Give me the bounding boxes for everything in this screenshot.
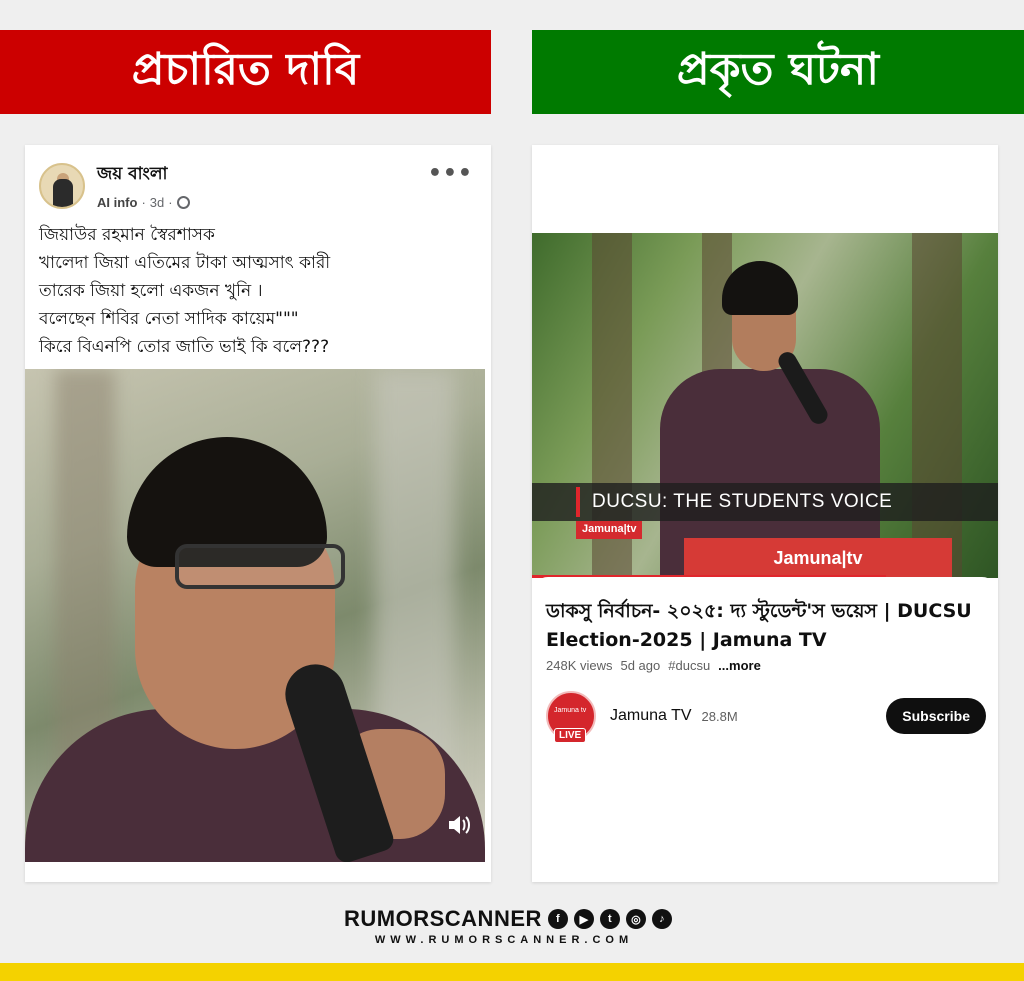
- lower-third-text: DUCSU: THE STUDENTS VOICE: [592, 491, 893, 512]
- youtube-video[interactable]: DUCSU: THE STUDENTS VOICE Jamuna|tv Jamu…: [532, 233, 998, 578]
- subscriber-count: 28.8M: [701, 708, 738, 724]
- tiktok-icon[interactable]: ♪: [651, 909, 672, 929]
- avatar[interactable]: [39, 162, 85, 209]
- post-text-line: খালেদা জিয়া এতিমের টাকা আত্মসাৎ কারী: [39, 253, 331, 273]
- channel-row: Jamuna tv LIVE Jamuna TV 28.8M Subscribe: [546, 689, 986, 743]
- volume-icon[interactable]: [447, 814, 471, 836]
- channel-name[interactable]: Jamuna TV: [610, 707, 692, 725]
- video-info: ডাকসু নির্বাচন- ২০২৫: দ্য স্টুডেন্ট'স ভয…: [532, 577, 998, 882]
- subscribe-button[interactable]: Subscribe: [886, 698, 986, 734]
- youtube-icon[interactable]: ▶: [573, 909, 594, 929]
- more-link[interactable]: ...more: [718, 658, 761, 673]
- more-dots-icon[interactable]: •••: [428, 161, 473, 186]
- facebook-icon[interactable]: f: [547, 909, 568, 929]
- news-lower-third: DUCSU: THE STUDENTS VOICE: [532, 483, 998, 521]
- globe-icon: [176, 196, 190, 209]
- video-title[interactable]: ডাকসু নির্বাচন- ২০২৫: দ্য স্টুডেন্ট'স ভয…: [546, 597, 986, 655]
- post-header: জয় বাংলা AI info · 3d ·: [39, 161, 190, 210]
- footer-url[interactable]: WWW.RUMORSCANNER.COM: [346, 934, 662, 946]
- video-stats: 248K views 5d ago #ducsu ...more: [546, 658, 761, 673]
- footer-brand: RUMORSCANNER f ▶ t ◎ ♪: [344, 906, 672, 932]
- youtube-card: DUCSU: THE STUDENTS VOICE Jamuna|tv Jamu…: [532, 145, 998, 882]
- post-text: জিয়াউর রহমান স্বৈরশাসক খালেদা জিয়া এতি…: [39, 221, 479, 361]
- post-text-line: তারেক জিয়া হলো একজন খুনি ।: [39, 281, 263, 301]
- ai-info-link[interactable]: AI info: [97, 195, 137, 210]
- post-author[interactable]: জয় বাংলা: [97, 161, 190, 189]
- podium-logo: Jamuna|tv: [684, 538, 952, 578]
- channel-tag: Jamuna|tv: [576, 521, 643, 539]
- brand-name: RUMORSCANNER: [344, 906, 542, 931]
- facebook-post-card: জয় বাংলা AI info · 3d · ••• জিয়াউর রহম…: [25, 145, 491, 882]
- twitter-icon[interactable]: t: [599, 909, 620, 929]
- upload-age: 5d ago: [620, 658, 661, 673]
- fact-banner: প্রকৃত ঘটনা: [532, 30, 1024, 114]
- post-text-line: কিরে বিএনপি তোর জাতি ভাই কি বলে???: [39, 337, 330, 357]
- post-video[interactable]: [25, 369, 485, 862]
- post-meta: AI info · 3d ·: [97, 195, 190, 210]
- post-time[interactable]: 3d: [150, 195, 164, 210]
- footer-yellow-bar: [0, 963, 1024, 981]
- channel-avatar[interactable]: Jamuna tv LIVE: [546, 691, 596, 743]
- claim-banner: প্রচারিত দাবি: [0, 30, 491, 114]
- hashtag-link[interactable]: #ducsu: [668, 658, 710, 673]
- instagram-icon[interactable]: ◎: [625, 909, 646, 929]
- view-count: 248K views: [546, 658, 613, 673]
- post-text-line: জিয়াউর রহমান স্বৈরশাসক: [39, 225, 215, 245]
- live-badge: LIVE: [554, 728, 587, 743]
- post-text-line: বলেছেন শিবির নেতা সাদিক কায়েম""": [39, 309, 299, 329]
